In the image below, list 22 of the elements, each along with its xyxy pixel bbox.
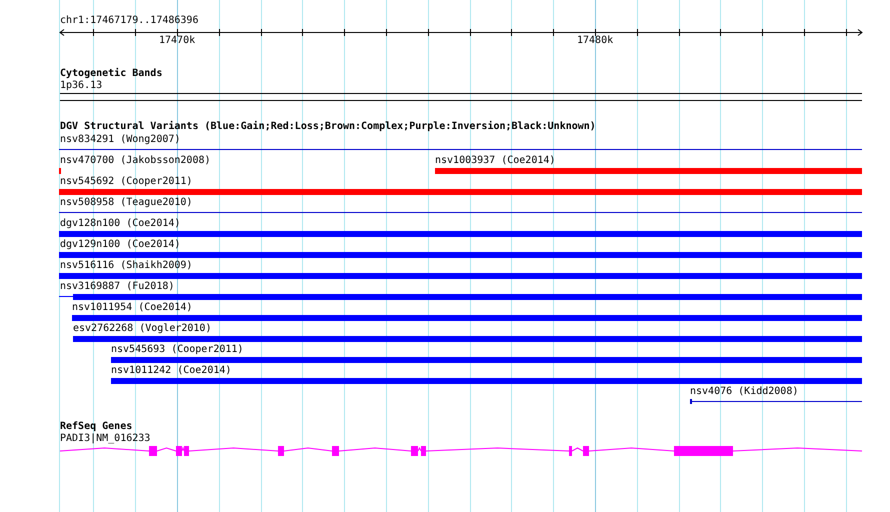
tick-label: 17480k: [577, 35, 614, 47]
variant-label: nsv516116 (Shaikh2009): [60, 260, 192, 272]
variant-label: nsv1011954 (Coe2014): [72, 302, 192, 314]
variant-label: nsv470700 (Jakobsson2008): [60, 155, 211, 167]
track-title: Cytogenetic Bands: [60, 68, 162, 80]
variant-label: nsv508958 (Teague2010): [60, 197, 192, 209]
variant-label: nsv834291 (Wong2007): [60, 134, 180, 146]
variant-label: nsv1003937 (Coe2014): [435, 155, 556, 167]
variant-label: nsv545693 (Cooper2011): [111, 344, 244, 356]
tick-label: 17470k: [159, 35, 196, 47]
variant-label: esv2762268 (Vogler2010): [73, 323, 212, 335]
variant-label: nsv1011242 (Coe2014): [111, 365, 232, 377]
variant-label: dgv128n100 (Coe2014): [60, 218, 180, 230]
variant-label: nsv545692 (Cooper2011): [60, 176, 192, 188]
variant-label: nsv3169887 (Fu2018): [60, 281, 174, 293]
gene-label: PADI3|NM_016233: [60, 433, 150, 445]
track-title: DGV Structural Variants (Blue:Gain;Red:Loss;Brown:Complex;Purple:Inversion;Black:Unknown): [60, 121, 596, 133]
band-label: 1p36.13: [60, 80, 102, 92]
variant-label: dgv129n100 (Coe2014): [60, 239, 180, 251]
variant-label: nsv4076 (Kidd2008): [690, 386, 798, 398]
location-text: chr1:17467179..17486396: [60, 15, 198, 27]
track-title: RefSeq Genes: [60, 421, 132, 433]
